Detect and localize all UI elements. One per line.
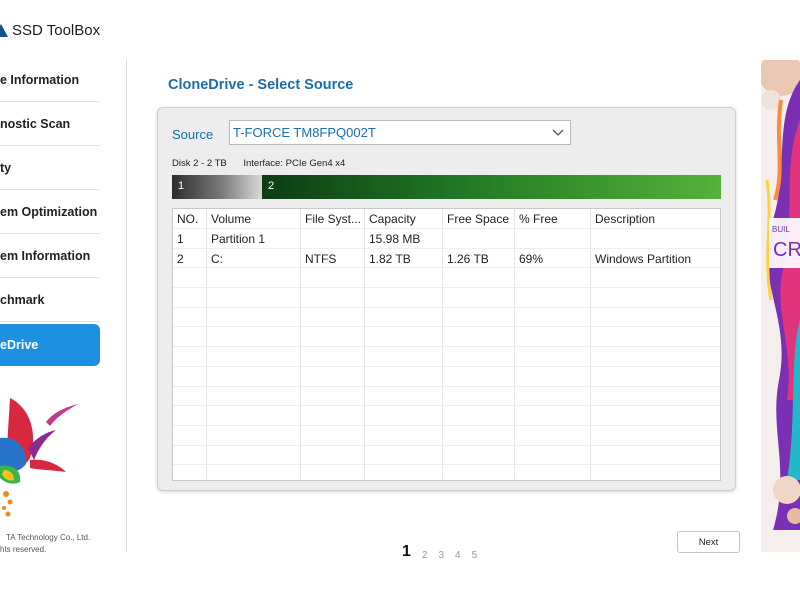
sidebar-divider <box>126 60 127 552</box>
sidebar-item-label: eDrive <box>0 338 39 352</box>
disk-info: Disk 2 - 2 TB Interface: PCIe Gen4 x4 <box>172 158 345 169</box>
sidebar-item-system-information[interactable]: em Information <box>0 234 100 278</box>
table-cell: C: <box>207 248 301 268</box>
sidebar-item-clonedrive[interactable]: eDrive <box>0 324 100 366</box>
partition-segment-label: 2 <box>268 180 275 192</box>
column-header[interactable]: Capacity <box>365 209 443 228</box>
empty-table-row <box>173 288 720 308</box>
table-cell: NTFS <box>301 248 365 268</box>
chevron-down-icon <box>552 129 564 136</box>
empty-table-row <box>173 386 720 407</box>
brand-triangle-icon <box>0 23 8 37</box>
partition-segment-label: 1 <box>178 180 185 192</box>
empty-table-row <box>173 425 720 446</box>
promo-text-2: CR <box>773 239 800 261</box>
empty-table-row <box>173 327 720 348</box>
partition-segment-2[interactable]: 2 <box>262 175 721 199</box>
source-dropdown[interactable]: T-FORCE TM8FPQ002T <box>229 120 571 145</box>
table-cell <box>301 229 365 248</box>
copyright-line-1: TA Technology Co., Ltd. <box>6 533 91 542</box>
empty-table-row <box>173 347 720 367</box>
sidebar-item-label: em Optimization <box>0 204 98 219</box>
page-5[interactable]: 5 <box>472 550 478 561</box>
table-cell <box>591 229 720 248</box>
table-header-row: NO. Volume File Syst... Capacity Free Sp… <box>173 209 720 229</box>
column-header[interactable]: Free Space <box>443 209 515 228</box>
partition-segment-1[interactable]: 1 <box>172 175 262 199</box>
column-header[interactable]: Description <box>591 209 720 228</box>
sidebar-item-security[interactable]: ty <box>0 146 100 190</box>
empty-table-row <box>173 465 720 480</box>
sidebar-item-device-information[interactable]: e Information <box>0 58 100 102</box>
sidebar-item-label: ty <box>0 160 12 175</box>
table-cell: 69% <box>515 248 591 268</box>
empty-table-row <box>173 268 720 289</box>
disk-label: Disk 2 - 2 TB <box>172 158 227 169</box>
page-3[interactable]: 3 <box>438 550 444 561</box>
sidebar: e Information nostic Scan ty em Optimiza… <box>0 58 100 366</box>
sidebar-item-label: e Information <box>0 72 80 87</box>
page-4[interactable]: 4 <box>455 550 461 561</box>
table-cell: 2 <box>173 248 207 268</box>
table-row[interactable]: 2 C: NTFS 1.82 TB 1.26 TB 69% Windows Pa… <box>173 248 720 269</box>
column-header[interactable]: Volume <box>207 209 301 228</box>
page-title: CloneDrive - Select Source <box>168 77 354 93</box>
source-panel: Source T-FORCE TM8FPQ002T Disk 2 - 2 TB … <box>157 107 736 491</box>
partition-bar: 1 2 <box>172 175 721 199</box>
sidebar-item-label: em Information <box>0 248 91 263</box>
table-cell: 15.98 MB <box>365 229 443 248</box>
table-row[interactable]: 1 Partition 1 15.98 MB <box>173 229 720 249</box>
partition-table: NO. Volume File Syst... Capacity Free Sp… <box>172 208 721 481</box>
hummingbird-logo <box>0 398 78 517</box>
pagination: 1 2 3 4 5 <box>402 543 477 561</box>
table-cell: 1 <box>173 229 207 248</box>
interface-label: Interface: PCIe Gen4 x4 <box>243 158 346 169</box>
copyright-text: TA Technology Co., Ltd. hts reserved. <box>0 532 90 556</box>
app-window: SSD ToolBox e Information nostic Scan ty… <box>0 0 800 600</box>
table-cell: 1.26 TB <box>443 248 515 268</box>
table-cell <box>443 229 515 248</box>
empty-table-row <box>173 406 720 426</box>
empty-table-row <box>173 366 720 387</box>
empty-table-row <box>173 307 720 328</box>
source-label: Source <box>172 127 214 142</box>
source-dropdown-value: T-FORCE TM8FPQ002T <box>233 125 376 140</box>
table-cell: Windows Partition <box>595 251 692 266</box>
app-logo: SSD ToolBox <box>0 18 100 42</box>
promo-text-1: BUIL <box>772 225 790 234</box>
sidebar-item-label: nostic Scan <box>0 116 71 131</box>
sidebar-item-diagnostic-scan[interactable]: nostic Scan <box>0 102 100 146</box>
column-header[interactable]: File Syst... <box>301 209 365 228</box>
sidebar-item-benchmark[interactable]: chmark <box>0 278 100 322</box>
column-header[interactable]: % Free <box>515 209 591 228</box>
sidebar-item-label: chmark <box>0 292 45 307</box>
next-button[interactable]: Next <box>677 531 740 553</box>
promo-banner[interactable]: BUIL CR <box>761 60 800 552</box>
app-title: SSD ToolBox <box>12 21 101 39</box>
table-cell <box>515 229 591 248</box>
sidebar-item-system-optimization[interactable]: em Optimization <box>0 190 100 234</box>
page-1[interactable]: 1 <box>402 543 411 561</box>
column-header[interactable]: NO. <box>173 209 207 228</box>
table-cell: 1.82 TB <box>365 248 443 268</box>
copyright-line-2: hts reserved. <box>0 545 47 554</box>
table-cell: Partition 1 <box>207 229 301 248</box>
page-2[interactable]: 2 <box>422 550 428 561</box>
empty-table-row <box>173 445 720 466</box>
